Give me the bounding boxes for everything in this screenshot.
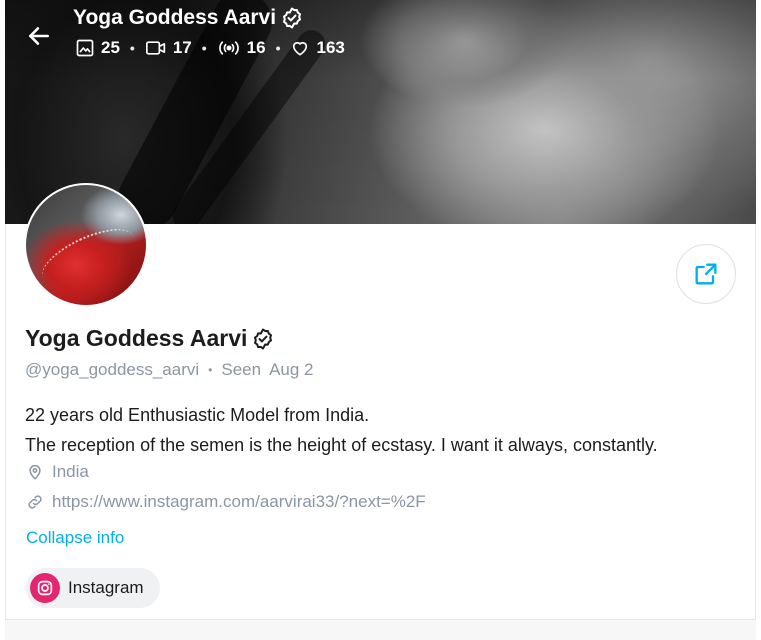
profile-handle: @yoga_goddess_aarvi (25, 360, 200, 379)
top-bar: Yoga Goddess Aarvi 25 • 17 • 16 • 163 (5, 0, 756, 70)
stat-streams[interactable]: 16 (217, 38, 266, 58)
share-icon (695, 263, 717, 285)
location-row: India (26, 462, 89, 482)
seen-date: Aug 2 (269, 360, 314, 379)
location-text: India (52, 462, 89, 481)
section-strip (5, 620, 756, 640)
instagram-link-chip[interactable]: Instagram (26, 568, 160, 608)
profile-page: Yoga Goddess Aarvi 25 • 17 • 16 • 163 Yo… (0, 0, 761, 640)
image-icon (76, 39, 94, 57)
instagram-label: Instagram (68, 578, 144, 597)
collapse-info-link[interactable]: Collapse info (26, 528, 124, 548)
heart-icon (293, 41, 308, 56)
verified-icon (283, 7, 302, 29)
profile-name: Yoga Goddess Aarvi (25, 325, 248, 351)
stat-photos[interactable]: 25 (75, 38, 120, 58)
stat-videos[interactable]: 17 (145, 38, 192, 58)
seen-label: Seen (221, 360, 262, 379)
website-row: https://www.instagram.com/aarvirai33/?ne… (26, 492, 426, 512)
arrow-left-icon (29, 27, 49, 45)
broadcast-icon (218, 41, 239, 55)
bio-line: 22 years old Enthusiastic Model from Ind… (25, 405, 370, 425)
location-pin-icon (29, 464, 41, 480)
share-button[interactable] (676, 244, 736, 304)
profile-bio: 22 years old Enthusiastic Model from Ind… (25, 400, 658, 460)
header-title: Yoga Goddess Aarvi (73, 6, 304, 30)
link-icon (28, 495, 42, 509)
handle-row: @yoga_goddess_aarvi • Seen Aug 2 (25, 360, 314, 379)
instagram-icon (30, 573, 60, 603)
video-icon (145, 41, 165, 55)
profile-stats: 25 • 17 • 16 • 163 (75, 38, 345, 58)
bio-line: The reception of the semen is the height… (25, 435, 658, 455)
profile-name-row: Yoga Goddess Aarvi (25, 325, 275, 352)
stat-likes[interactable]: 163 (290, 38, 345, 58)
verified-icon (254, 328, 273, 349)
header-name: Yoga Goddess Aarvi (73, 6, 277, 29)
avatar[interactable] (24, 183, 148, 307)
back-button[interactable] (23, 20, 55, 52)
website-link[interactable]: https://www.instagram.com/aarvirai33/?ne… (52, 492, 426, 512)
